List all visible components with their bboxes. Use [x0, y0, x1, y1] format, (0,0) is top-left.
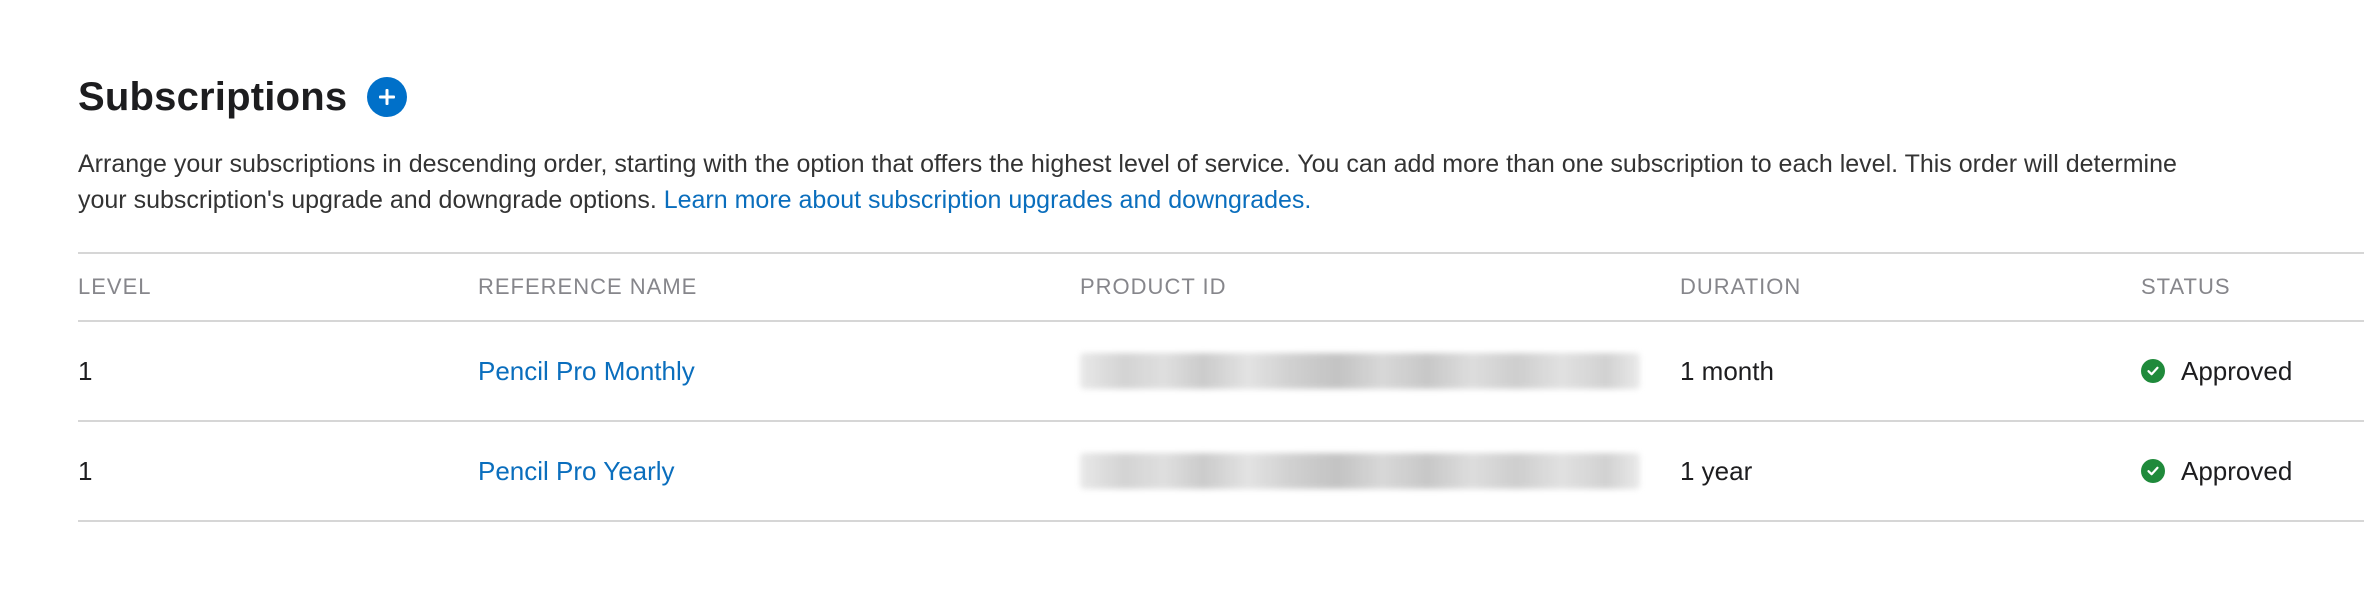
table-divider [78, 520, 2364, 522]
row-duration: 1 month [1680, 355, 1774, 386]
column-header-level: LEVEL [78, 274, 152, 299]
description-line-2: your subscription's upgrade and downgrad… [78, 182, 2364, 218]
redacted-product-id [1080, 353, 1640, 389]
row-level: 1 [78, 355, 93, 386]
description-text: your subscription's upgrade and downgrad… [78, 186, 657, 214]
column-header-reference-name: REFERENCE NAME [478, 274, 698, 299]
check-circle-icon [2141, 459, 2165, 483]
redacted-product-id [1080, 453, 1640, 489]
reference-name-link[interactable]: Pencil Pro Yearly [478, 456, 675, 487]
subscriptions-page: Subscriptions Arrange your subscriptions… [0, 0, 2364, 600]
subscriptions-table: LEVEL REFERENCE NAME PRODUCT ID DURATION… [78, 252, 2364, 522]
row-level: 1 [78, 455, 93, 486]
table-row[interactable]: 1 Pencil Pro Monthly 1 month Approved [78, 322, 2364, 420]
table-row[interactable]: 1 Pencil Pro Yearly 1 year Approved [78, 422, 2364, 520]
column-header-duration: DURATION [1680, 274, 1802, 299]
row-duration: 1 year [1680, 455, 1753, 486]
row-product-id [1080, 422, 1640, 520]
learn-more-link[interactable]: Learn more about subscription upgrades a… [664, 186, 1312, 214]
column-header-status: STATUS [2141, 274, 2231, 299]
row-status: Approved [2141, 322, 2292, 420]
check-circle-icon [2141, 359, 2165, 383]
status-label: Approved [2181, 455, 2293, 486]
plus-icon [379, 89, 396, 105]
row-reference-name: Pencil Pro Monthly [478, 322, 695, 420]
section-description: Arrange your subscriptions in descending… [78, 146, 2364, 218]
add-subscription-button[interactable] [367, 77, 408, 117]
row-product-id [1080, 322, 1640, 420]
row-reference-name: Pencil Pro Yearly [478, 422, 675, 520]
column-header-product-id: PRODUCT ID [1080, 274, 1227, 299]
status-label: Approved [2181, 355, 2293, 386]
section-header: Subscriptions [78, 70, 408, 124]
reference-name-link[interactable]: Pencil Pro Monthly [478, 356, 695, 387]
table-header-row: LEVEL REFERENCE NAME PRODUCT ID DURATION… [78, 254, 2364, 320]
row-status: Approved [2141, 422, 2292, 520]
page-title: Subscriptions [78, 74, 348, 119]
description-line-1: Arrange your subscriptions in descending… [78, 150, 2177, 178]
